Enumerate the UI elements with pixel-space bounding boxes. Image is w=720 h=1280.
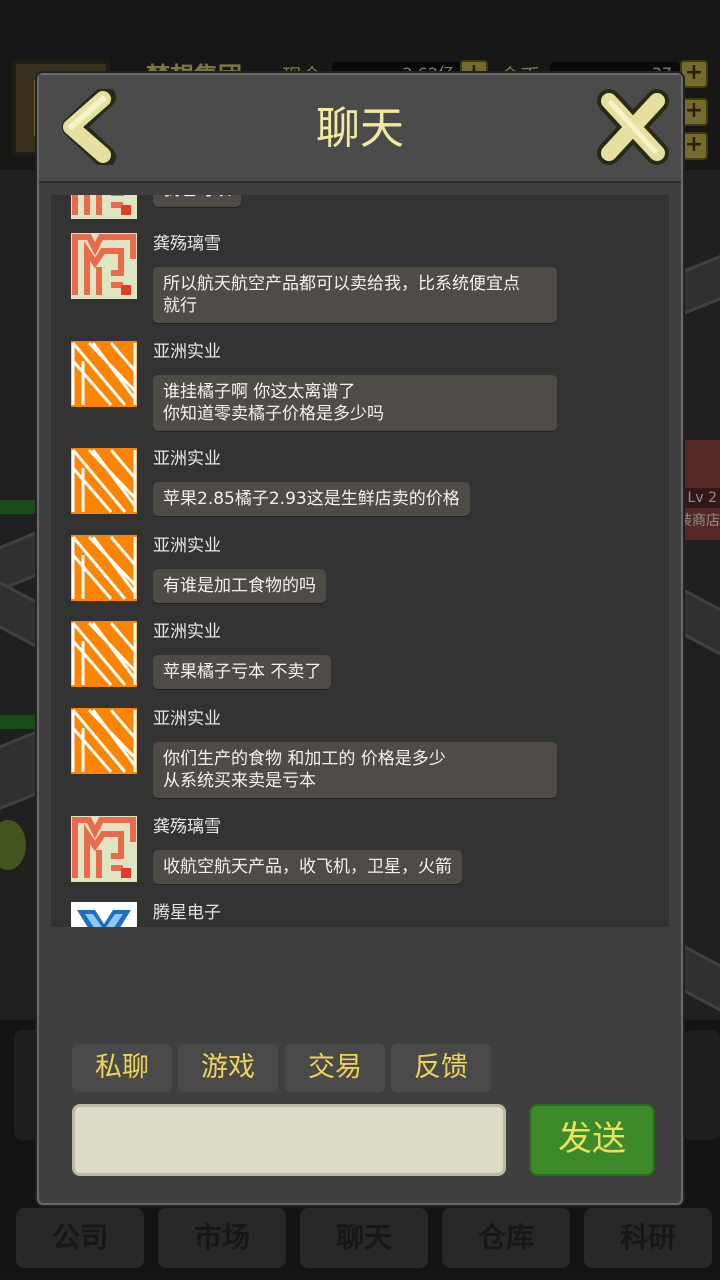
channel-feedback[interactable]: 反馈 xyxy=(391,1044,491,1092)
chevron-avatar-icon xyxy=(71,902,137,927)
message-bubble: 你们生产的食物 和加工的 价格是多少 从系统买来卖是亏本 xyxy=(153,742,557,798)
stripes-avatar-icon xyxy=(71,448,137,514)
sender-name: 亚洲实业 xyxy=(153,342,221,362)
message-bubble: 收航空航天产品，收飞机，卫星，火箭 xyxy=(153,850,462,884)
stripes-avatar-icon xyxy=(71,535,137,601)
sender-name: 腾星电子 xyxy=(153,903,221,923)
sender-name: 龚殇璃雪 xyxy=(153,817,221,837)
message-bubble: 我也可以 xyxy=(153,195,241,207)
chat-message-list[interactable]: 我也可以 龚殇璃雪 所以航天航空产品都可以卖给我，比系统便宜点 就行 亚洲实业 … xyxy=(51,195,669,927)
back-button[interactable] xyxy=(59,86,123,168)
channel-private[interactable]: 私聊 xyxy=(72,1044,172,1092)
back-arrow-icon xyxy=(62,86,116,168)
chat-dialog: 聊天 我也可以 龚殇璃雪 所以航天航空产品都可以卖给我， xyxy=(37,73,683,1205)
sender-name: 龚殇璃雪 xyxy=(153,234,221,254)
close-x-icon xyxy=(597,89,669,165)
message-bubble: 所以航天航空产品都可以卖给我，比系统便宜点 就行 xyxy=(153,267,557,323)
send-button[interactable]: 发送 xyxy=(529,1104,655,1176)
message-bubble: 苹果2.85橘子2.93这是生鲜店卖的价格 xyxy=(153,482,470,516)
dialog-header: 聊天 xyxy=(39,75,681,183)
close-button[interactable] xyxy=(597,89,669,165)
sender-name: 亚洲实业 xyxy=(153,709,221,729)
message-bubble: 有谁是加工食物的吗 xyxy=(153,569,326,603)
maze-avatar-icon xyxy=(71,816,137,882)
channel-game[interactable]: 游戏 xyxy=(178,1044,278,1092)
maze-avatar-icon xyxy=(71,233,137,299)
channel-trade[interactable]: 交易 xyxy=(285,1044,385,1092)
stripes-avatar-icon xyxy=(71,621,137,687)
message-bubble: 苹果橘子亏本 不卖了 xyxy=(153,655,332,689)
stripes-avatar-icon xyxy=(71,341,137,407)
sender-name: 亚洲实业 xyxy=(153,536,221,556)
sender-name: 亚洲实业 xyxy=(153,622,221,642)
message-bubble: 谁挂橘子啊 你这太离谱了 你知道零卖橘子价格是多少吗 xyxy=(153,375,557,431)
message-input[interactable] xyxy=(72,1104,506,1176)
dialog-title: 聊天 xyxy=(316,103,404,154)
stripes-avatar-icon xyxy=(71,708,137,774)
maze-avatar-icon xyxy=(71,195,137,219)
sender-name: 亚洲实业 xyxy=(153,449,221,469)
